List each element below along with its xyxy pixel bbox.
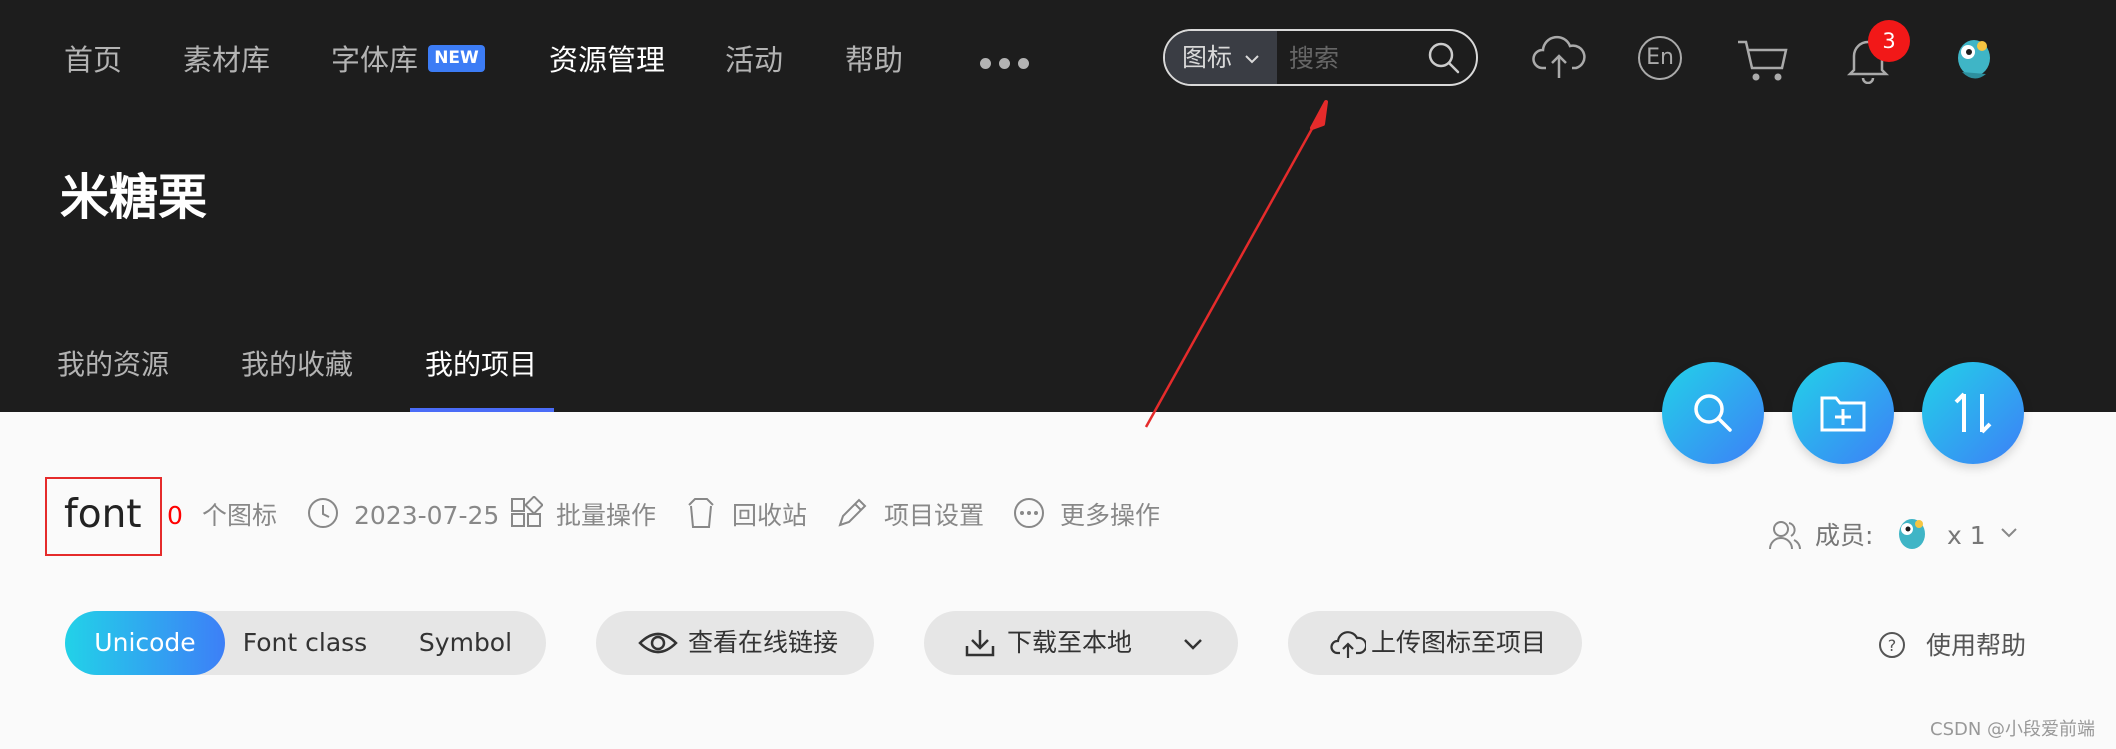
nav-item-help[interactable]: 帮助 — [845, 40, 903, 80]
upload-icons-label: 上传图标至项目 — [1371, 628, 1547, 657]
project-settings-link[interactable]: 项目设置 — [884, 500, 984, 532]
edit-icon[interactable] — [835, 496, 869, 530]
tab-unicode[interactable]: Unicode — [65, 611, 225, 675]
language-toggle[interactable]: En — [1638, 36, 1682, 80]
nav-item-activities[interactable]: 活动 — [725, 40, 783, 80]
svg-text:?: ? — [1888, 636, 1897, 655]
search-fab-button[interactable] — [1662, 362, 1764, 464]
nav-item-materials[interactable]: 素材库 — [183, 40, 270, 80]
chevron-down-icon — [1245, 55, 1259, 64]
nav-item-resource-management[interactable]: 资源管理 — [549, 40, 665, 80]
search-type-label: 图标 — [1182, 43, 1233, 72]
more-operations-link[interactable]: 更多操作 — [1060, 500, 1160, 532]
project-date: 2023-07-25 — [354, 501, 500, 530]
search-type-select[interactable]: 图标 — [1165, 31, 1277, 84]
sort-icon — [1954, 392, 1992, 434]
batch-icon[interactable] — [509, 496, 543, 530]
more-icon[interactable] — [1012, 496, 1046, 530]
search-icon[interactable] — [1427, 41, 1461, 75]
nav-item-home[interactable]: 首页 — [64, 40, 122, 80]
search-box: 图标 — [1163, 29, 1478, 86]
active-tab-indicator — [410, 408, 554, 412]
eye-icon — [638, 632, 678, 654]
search-icon — [1694, 394, 1732, 432]
cart-icon[interactable] — [1736, 38, 1790, 84]
sort-fab-button[interactable] — [1922, 362, 2024, 464]
tab-my-resources[interactable]: 我的资源 — [57, 345, 169, 385]
download-label: 下载至本地 — [1007, 628, 1133, 657]
tab-font-class[interactable]: Font class — [225, 611, 385, 675]
add-folder-icon — [1820, 396, 1866, 432]
members-count: x 1 — [1947, 521, 1986, 550]
members-label: 成员: — [1815, 521, 1874, 550]
new-badge: NEW — [428, 45, 485, 72]
cloud-upload-icon — [1330, 631, 1366, 658]
watermark: CSDN @小段爱前端 — [1930, 719, 2096, 740]
view-online-link-label: 查看在线链接 — [688, 628, 839, 657]
avatar[interactable] — [1950, 32, 1996, 84]
nav-item-fonts[interactable]: 字体库 — [331, 40, 418, 80]
icon-count: 0 — [167, 501, 183, 530]
project-title: 米糖栗 — [60, 169, 208, 226]
add-folder-fab-button[interactable] — [1792, 362, 1894, 464]
download-button[interactable]: 下载至本地 — [924, 611, 1238, 675]
members-icon — [1769, 521, 1801, 550]
member-avatar[interactable] — [1893, 513, 1929, 555]
notification-badge: 3 — [1868, 20, 1910, 62]
tab-symbol[interactable]: Symbol — [385, 611, 546, 675]
clock-icon — [308, 498, 338, 528]
search-input[interactable] — [1279, 31, 1441, 84]
upload-icons-button[interactable]: 上传图标至项目 — [1288, 611, 1582, 675]
view-online-link-button[interactable]: 查看在线链接 — [596, 611, 874, 675]
chevron-down-icon[interactable] — [1182, 637, 1204, 651]
batch-operations-link[interactable]: 批量操作 — [556, 500, 656, 532]
font-project-name: font — [64, 492, 142, 537]
help-icon[interactable]: ? — [1877, 630, 1907, 660]
chevron-down-icon[interactable] — [1999, 526, 2019, 540]
recycle-bin-icon[interactable] — [686, 496, 716, 530]
code-type-switch: Unicode Font class Symbol — [65, 611, 546, 675]
tab-my-projects[interactable]: 我的项目 — [425, 345, 537, 385]
icon-count-label: 个图标 — [202, 501, 278, 530]
help-link[interactable]: 使用帮助 — [1926, 630, 2026, 662]
tab-my-favorites[interactable]: 我的收藏 — [241, 345, 353, 385]
cloud-upload-icon[interactable] — [1532, 34, 1586, 80]
more-dots-icon[interactable] — [980, 54, 1037, 73]
recycle-bin-link[interactable]: 回收站 — [732, 500, 807, 532]
download-icon — [965, 630, 995, 657]
